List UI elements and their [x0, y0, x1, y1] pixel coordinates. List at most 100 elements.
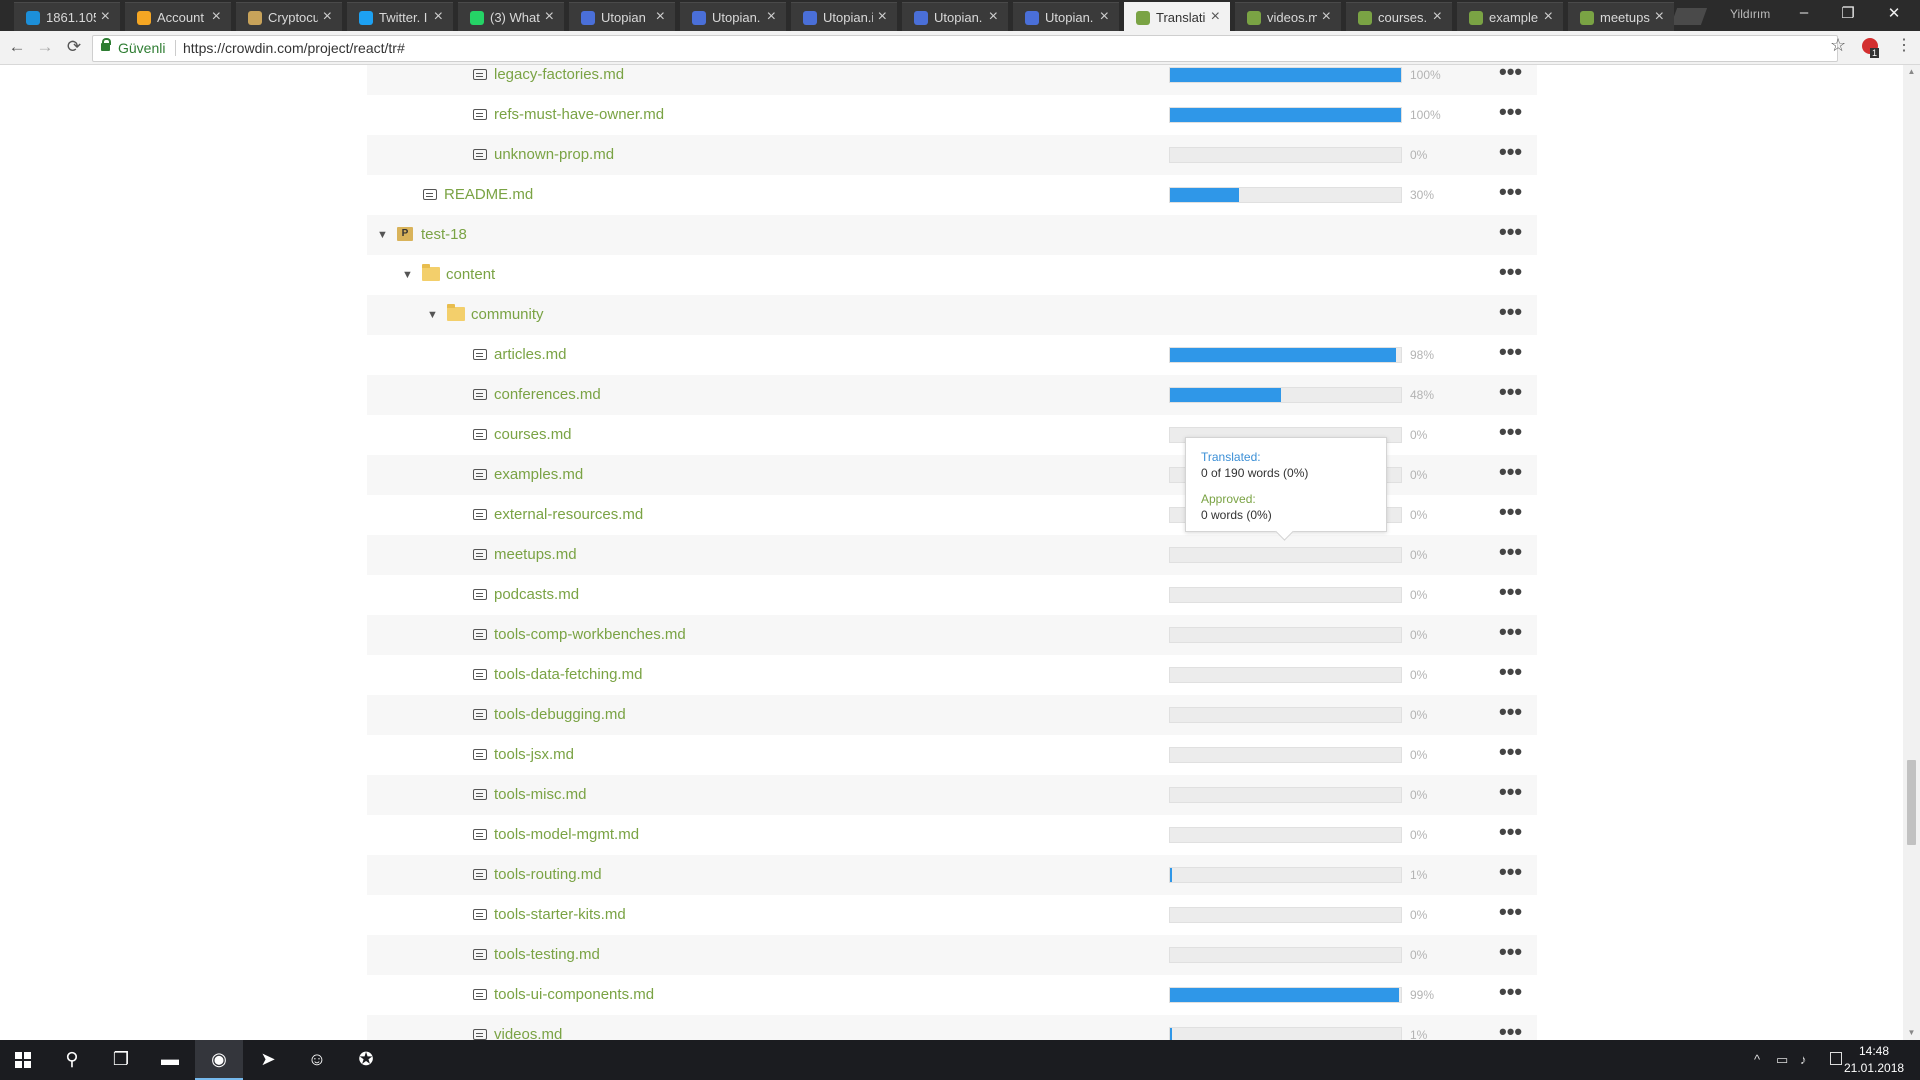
row-menu-button[interactable]: •••: [1499, 101, 1522, 123]
file-row[interactable]: tools-misc.md 0% •••: [367, 775, 1537, 815]
file-name-link[interactable]: conferences.md: [494, 386, 601, 403]
expand-caret-icon[interactable]: ▼: [402, 269, 413, 281]
browser-tab[interactable]: Utopian. ×: [680, 2, 786, 31]
volume-icon[interactable]: ♪: [1800, 1052, 1807, 1067]
file-name-link[interactable]: tools-routing.md: [494, 866, 602, 883]
forward-button[interactable]: →: [33, 37, 57, 57]
progress-bar[interactable]: [1169, 987, 1402, 1003]
file-row[interactable]: legacy-factories.md 100% •••: [367, 65, 1537, 95]
row-menu-button[interactable]: •••: [1499, 261, 1522, 283]
scroll-up-arrow-icon[interactable]: ▲: [1903, 65, 1920, 79]
file-row[interactable]: tools-comp-workbenches.md 0% •••: [367, 615, 1537, 655]
row-menu-button[interactable]: •••: [1499, 301, 1522, 323]
row-menu-button[interactable]: •••: [1499, 421, 1522, 443]
tab-close-icon[interactable]: ×: [1211, 8, 1220, 26]
secure-label[interactable]: Güvenli: [118, 40, 165, 56]
browser-tab[interactable]: Twitter. I ×: [347, 2, 453, 31]
row-menu-button[interactable]: •••: [1499, 181, 1522, 203]
file-name-link[interactable]: external-resources.md: [494, 506, 643, 523]
steam-taskbar-button[interactable]: ✪: [342, 1040, 390, 1080]
file-name-link[interactable]: articles.md: [494, 346, 567, 363]
row-menu-button[interactable]: •••: [1499, 461, 1522, 483]
browser-tab[interactable]: courses.n ×: [1346, 2, 1452, 31]
progress-bar[interactable]: [1169, 587, 1402, 603]
row-menu-button[interactable]: •••: [1499, 541, 1522, 563]
tab-close-icon[interactable]: ×: [656, 8, 665, 26]
tray-chevron-icon[interactable]: ^: [1754, 1052, 1760, 1067]
file-name-link[interactable]: videos.md: [494, 1026, 562, 1040]
file-row[interactable]: tools-model-mgmt.md 0% •••: [367, 815, 1537, 855]
browser-tab[interactable]: Utopian. ×: [902, 2, 1008, 31]
row-menu-button[interactable]: •••: [1499, 981, 1522, 1003]
browser-tab[interactable]: 1861.105 ×: [14, 2, 120, 31]
file-name-link[interactable]: tools-ui-components.md: [494, 986, 654, 1003]
page-scrollbar[interactable]: ▲ ▼: [1903, 65, 1920, 1040]
file-row[interactable]: tools-debugging.md 0% •••: [367, 695, 1537, 735]
clock-time[interactable]: 14:48: [1844, 1044, 1904, 1058]
tab-close-icon[interactable]: ×: [545, 8, 554, 26]
file-row[interactable]: refs-must-have-owner.md 100% •••: [367, 95, 1537, 135]
row-menu-button[interactable]: •••: [1499, 781, 1522, 803]
expand-caret-icon[interactable]: ▼: [377, 229, 388, 241]
progress-bar[interactable]: [1169, 707, 1402, 723]
telegram-taskbar-button[interactable]: ➤: [244, 1040, 292, 1080]
row-menu-button[interactable]: •••: [1499, 701, 1522, 723]
row-menu-button[interactable]: •••: [1499, 501, 1522, 523]
file-name-link[interactable]: README.md: [444, 186, 533, 203]
tab-close-icon[interactable]: ×: [878, 8, 887, 26]
discord-taskbar-button[interactable]: ☺: [293, 1040, 341, 1080]
file-name-link[interactable]: courses.md: [494, 426, 572, 443]
file-row[interactable]: articles.md 98% •••: [367, 335, 1537, 375]
browser-tab[interactable]: Utopian. ×: [1013, 2, 1119, 31]
file-row[interactable]: conferences.md 48% •••: [367, 375, 1537, 415]
file-explorer-taskbar-button[interactable]: ▬: [146, 1040, 194, 1080]
folder-name-link[interactable]: test-18: [421, 226, 467, 243]
progress-bar[interactable]: [1169, 827, 1402, 843]
new-tab-button[interactable]: [1670, 8, 1708, 25]
file-row[interactable]: tools-testing.md 0% •••: [367, 935, 1537, 975]
browser-tab[interactable]: Utopian.i ×: [791, 2, 897, 31]
browser-tab[interactable]: Cryptocu ×: [236, 2, 342, 31]
clock-date[interactable]: 21.01.2018: [1844, 1061, 1904, 1075]
folder-row[interactable]: ▼ community •••: [367, 295, 1537, 335]
file-name-link[interactable]: tools-data-fetching.md: [494, 666, 642, 683]
progress-bar[interactable]: [1169, 147, 1402, 163]
file-row[interactable]: tools-routing.md 1% •••: [367, 855, 1537, 895]
progress-bar[interactable]: [1169, 387, 1402, 403]
progress-bar[interactable]: [1169, 747, 1402, 763]
file-name-link[interactable]: tools-jsx.md: [494, 746, 574, 763]
progress-bar[interactable]: [1169, 547, 1402, 563]
scroll-down-arrow-icon[interactable]: ▼: [1903, 1026, 1920, 1040]
back-button[interactable]: ←: [5, 37, 29, 57]
row-menu-button[interactable]: •••: [1499, 741, 1522, 763]
browser-tab[interactable]: (3) What ×: [458, 2, 564, 31]
tab-close-icon[interactable]: ×: [1433, 8, 1442, 26]
file-row[interactable]: videos.md 1% •••: [367, 1015, 1537, 1040]
folder-row[interactable]: ▼ Ptest-18 •••: [367, 215, 1537, 255]
row-menu-button[interactable]: •••: [1499, 221, 1522, 243]
progress-bar[interactable]: [1169, 347, 1402, 363]
progress-bar[interactable]: [1169, 907, 1402, 923]
progress-bar[interactable]: [1169, 627, 1402, 643]
file-row[interactable]: meetups.md 0% •••: [367, 535, 1537, 575]
scroll-thumb[interactable]: [1907, 760, 1916, 845]
row-menu-button[interactable]: •••: [1499, 65, 1522, 83]
search-taskbar-button[interactable]: ⚲: [48, 1040, 96, 1080]
row-menu-button[interactable]: •••: [1499, 341, 1522, 363]
close-window-button[interactable]: ✕: [1874, 4, 1914, 22]
row-menu-button[interactable]: •••: [1499, 621, 1522, 643]
browser-tab[interactable]: Translatic ×: [1124, 2, 1230, 31]
tab-close-icon[interactable]: ×: [1100, 8, 1109, 26]
file-name-link[interactable]: examples.md: [494, 466, 583, 483]
file-row[interactable]: README.md 30% •••: [367, 175, 1537, 215]
row-menu-button[interactable]: •••: [1499, 581, 1522, 603]
start-button[interactable]: [0, 1040, 48, 1080]
browser-tab[interactable]: videos.m ×: [1235, 2, 1341, 31]
file-row[interactable]: tools-jsx.md 0% •••: [367, 735, 1537, 775]
bookmark-star-icon[interactable]: ☆: [1830, 35, 1846, 56]
tab-close-icon[interactable]: ×: [1322, 8, 1331, 26]
tab-close-icon[interactable]: ×: [434, 8, 443, 26]
tab-close-icon[interactable]: ×: [767, 8, 776, 26]
browser-menu-icon[interactable]: ⋮: [1896, 35, 1912, 55]
file-name-link[interactable]: tools-model-mgmt.md: [494, 826, 639, 843]
